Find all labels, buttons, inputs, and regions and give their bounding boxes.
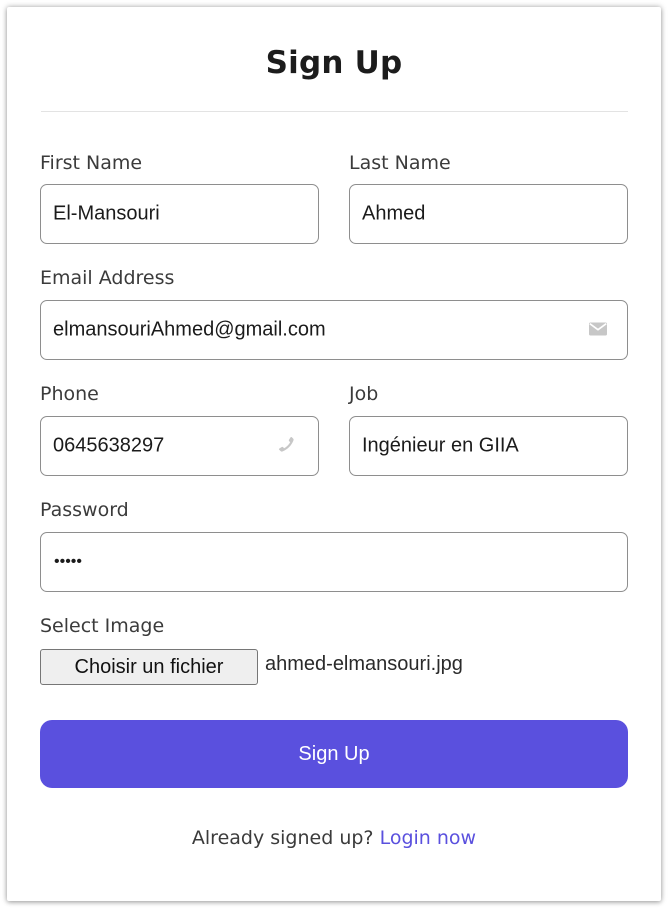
- sign-up-button[interactable]: Sign Up: [40, 720, 628, 788]
- signup-card: Sign Up First Name El-Mansouri Last Name…: [7, 7, 661, 901]
- job-field[interactable]: Ingénieur en GIIA: [349, 416, 628, 476]
- first-name-value: El-Mansouri: [53, 202, 160, 225]
- phone-value: 0645638297: [53, 434, 165, 457]
- first-name-field[interactable]: El-Mansouri: [40, 184, 319, 244]
- email-field[interactable]: elmansouriAhmed@gmail.com: [40, 300, 628, 360]
- select-image-label: Select Image: [40, 615, 165, 637]
- job-label: Job: [349, 383, 379, 405]
- password-label: Password: [40, 499, 129, 521]
- phone-label: Phone: [40, 383, 99, 405]
- phone-field[interactable]: 0645638297: [40, 416, 319, 476]
- last-name-value: Ahmed: [362, 202, 426, 225]
- job-value: Ingénieur en GIIA: [362, 434, 519, 457]
- selected-file-name: ahmed-elmansouri.jpg: [265, 653, 463, 675]
- password-value: •••••: [54, 553, 83, 570]
- last-name-label: Last Name: [349, 152, 451, 174]
- login-prompt: Already signed up? Login now: [7, 827, 661, 849]
- last-name-field[interactable]: Ahmed: [349, 184, 628, 244]
- login-prompt-text: Already signed up?: [191, 827, 374, 849]
- title-divider: [41, 111, 628, 112]
- phone-icon: [278, 436, 294, 456]
- choose-file-button[interactable]: Choisir un fichier: [40, 649, 258, 685]
- email-label: Email Address: [40, 267, 175, 289]
- email-value: elmansouriAhmed@gmail.com: [53, 318, 326, 341]
- login-now-link[interactable]: Login now: [380, 827, 477, 849]
- password-field[interactable]: •••••: [40, 532, 628, 592]
- first-name-label: First Name: [40, 152, 143, 174]
- page-title: Sign Up: [265, 45, 403, 81]
- envelope-icon: [589, 321, 607, 340]
